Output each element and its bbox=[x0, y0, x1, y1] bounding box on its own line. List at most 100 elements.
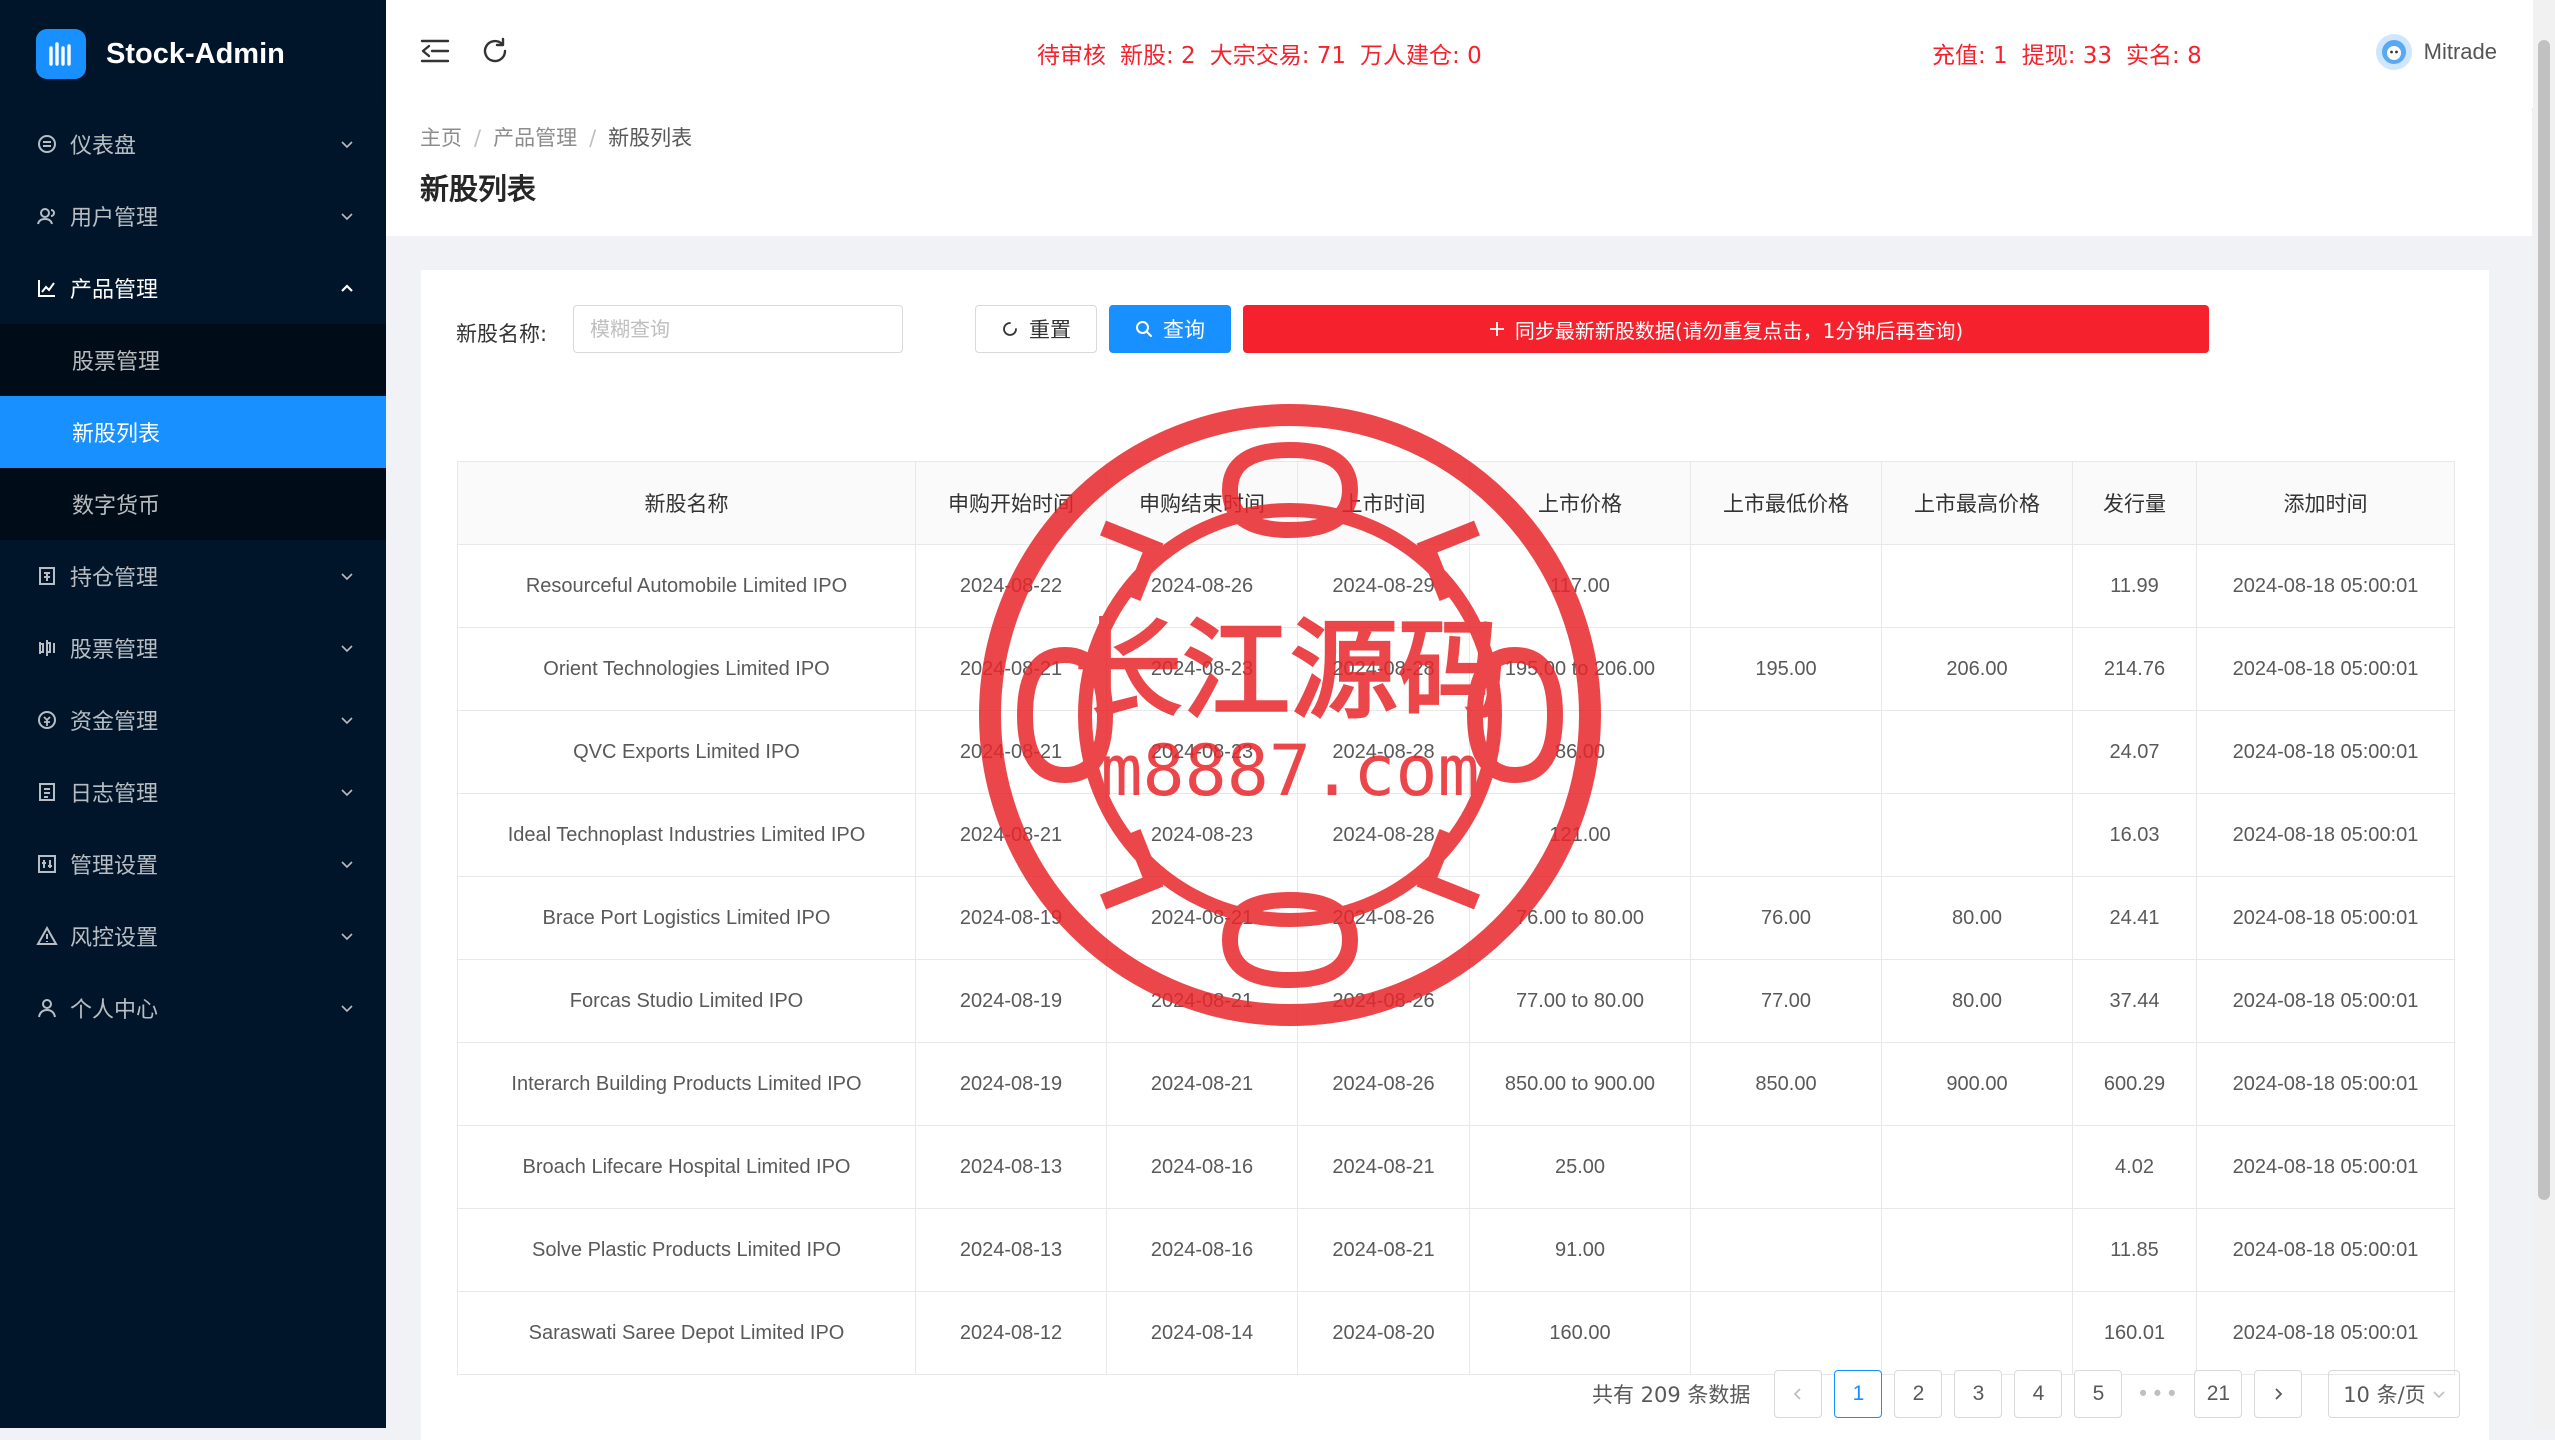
table-cell: 4.02 bbox=[2072, 1125, 2197, 1209]
page-size-select[interactable]: 10 条/页 bbox=[2328, 1370, 2461, 1418]
sidebar-subitem[interactable]: 新股列表 bbox=[0, 396, 386, 468]
warning-icon bbox=[36, 925, 58, 947]
page-button[interactable]: 4 bbox=[2014, 1370, 2063, 1418]
table-cell bbox=[1881, 710, 2073, 794]
sidebar-item[interactable]: 管理设置 bbox=[0, 828, 386, 900]
sidebar-item-label: 持仓管理 bbox=[70, 566, 159, 591]
table-body: Resourceful Automobile Limited IPO 2024-0… bbox=[457, 544, 2455, 1375]
pagination: 共有 209 条数据 12345 ••• 21 10 条/页 bbox=[1592, 1369, 2461, 1419]
sidebar-item-label: 仪表盘 bbox=[70, 134, 137, 159]
column-header: 新股名称 bbox=[457, 461, 916, 545]
table-cell: 2024-08-18 05:00:01 bbox=[2196, 1125, 2455, 1209]
next-page-icon[interactable] bbox=[2254, 1370, 2303, 1418]
chevron-down-icon bbox=[338, 638, 356, 656]
sidebar-item[interactable]: 风控设置 bbox=[0, 900, 386, 972]
sidebar-item-label: 风控设置 bbox=[70, 926, 159, 951]
page-button[interactable]: 2 bbox=[1894, 1370, 1943, 1418]
table-cell: 2024-08-18 05:00:01 bbox=[2196, 1291, 2455, 1375]
stock-icon bbox=[36, 637, 58, 659]
table-cell: 2024-08-23 bbox=[1106, 627, 1298, 711]
page-button[interactable]: 5 bbox=[2074, 1370, 2123, 1418]
table-cell: 86.00 bbox=[1469, 710, 1691, 794]
table-cell: 2024-08-18 05:00:01 bbox=[2196, 1042, 2455, 1126]
sidebar-item[interactable]: 持仓管理 bbox=[0, 540, 386, 612]
table-cell: Saraswati Saree Depot Limited IPO bbox=[457, 1291, 916, 1375]
page-button[interactable]: 1 bbox=[1834, 1370, 1883, 1418]
table-cell: QVC Exports Limited IPO bbox=[457, 710, 916, 794]
sidebar-item-label: 产品管理 bbox=[70, 278, 159, 303]
sidebar-item[interactable]: 股票管理 bbox=[0, 612, 386, 684]
settings-icon bbox=[36, 853, 58, 875]
user-menu[interactable]: Mitrade bbox=[2375, 34, 2497, 70]
table-cell: 16.03 bbox=[2072, 793, 2197, 877]
table-cell: 600.29 bbox=[2072, 1042, 2197, 1126]
notice-mass-position[interactable]: 万人建仓: 0 bbox=[1360, 43, 1482, 69]
notice-new-ipo[interactable]: 新股: 2 bbox=[1120, 43, 1196, 69]
sync-ipo-button[interactable]: 同步最新新股数据(请勿重复点击，1分钟后再查询) bbox=[1243, 305, 2209, 353]
breadcrumb-product[interactable]: 产品管理 bbox=[493, 126, 577, 150]
username: Mitrade bbox=[2423, 39, 2497, 64]
table-cell: 2024-08-14 bbox=[1106, 1291, 1298, 1375]
reset-icon bbox=[1001, 320, 1019, 338]
notice-recharge[interactable]: 充值: 1 bbox=[1932, 43, 2008, 69]
table-cell: 2024-08-21 bbox=[1297, 1208, 1470, 1292]
table-row: Ideal Technoplast Industries Limited IPO… bbox=[457, 793, 2455, 877]
sidebar-subitem[interactable]: 数字货币 bbox=[0, 468, 386, 540]
column-header: 上市最高价格 bbox=[1881, 461, 2073, 545]
scrollbar-thumb[interactable] bbox=[2538, 40, 2550, 1200]
table-cell: Forcas Studio Limited IPO bbox=[457, 959, 916, 1043]
prev-page-icon[interactable] bbox=[1774, 1370, 1823, 1418]
column-header: 上市时间 bbox=[1297, 461, 1470, 545]
reset-button[interactable]: 重置 bbox=[975, 305, 1097, 353]
sidebar-subitem[interactable]: 股票管理 bbox=[0, 324, 386, 396]
query-button[interactable]: 查询 bbox=[1109, 305, 1231, 353]
chevron-down-icon bbox=[338, 134, 356, 152]
table-cell: 2024-08-23 bbox=[1106, 710, 1298, 794]
funds-notice[interactable]: 充值: 1 提现: 33 实名: 8 bbox=[1932, 36, 2216, 70]
sidebar-item[interactable]: 日志管理 bbox=[0, 756, 386, 828]
refresh-icon[interactable] bbox=[478, 34, 512, 68]
sidebar-item[interactable]: 用户管理 bbox=[0, 180, 386, 252]
column-header: 上市最低价格 bbox=[1690, 461, 1882, 545]
page-button[interactable]: 3 bbox=[1954, 1370, 2003, 1418]
page-last[interactable]: 21 bbox=[2194, 1370, 2243, 1418]
chart-icon bbox=[36, 277, 58, 299]
table-cell: 2024-08-21 bbox=[915, 710, 1107, 794]
breadcrumb-separator: / bbox=[474, 126, 482, 150]
table-cell: 77.00 to 80.00 bbox=[1469, 959, 1691, 1043]
notice-block-trade[interactable]: 大宗交易: 71 bbox=[1210, 43, 1346, 69]
collapse-menu-icon[interactable] bbox=[418, 34, 452, 68]
top-header: 待审核 新股: 2 大宗交易: 71 万人建仓: 0 充值: 1 提现: 33 实名: 8… bbox=[386, 0, 2555, 108]
table-cell: Broach Lifecare Hospital Limited IPO bbox=[457, 1125, 916, 1209]
pagination-ellipsis[interactable]: ••• bbox=[2134, 1382, 2182, 1406]
notice-withdraw[interactable]: 提现: 33 bbox=[2022, 43, 2112, 69]
breadcrumb-current: 新股列表 bbox=[608, 126, 693, 150]
table-cell: 2024-08-19 bbox=[915, 1042, 1107, 1126]
column-header: 申购开始时间 bbox=[915, 461, 1107, 545]
table-cell: 2024-08-29 bbox=[1297, 544, 1470, 628]
table-cell: 850.00 bbox=[1690, 1042, 1882, 1126]
table-cell: 2024-08-23 bbox=[1106, 793, 1298, 877]
chevron-up-icon bbox=[338, 278, 356, 296]
sync-label: 同步最新新股数据(请勿重复点击，1分钟后再查询) bbox=[1514, 318, 1964, 343]
pending-review-notice[interactable]: 待审核 新股: 2 大宗交易: 71 万人建仓: 0 bbox=[1037, 36, 1496, 70]
notice-realname[interactable]: 实名: 8 bbox=[2126, 43, 2202, 69]
table-cell bbox=[1881, 1208, 2073, 1292]
table-row: Saraswati Saree Depot Limited IPO 2024-08… bbox=[457, 1291, 2455, 1375]
table-row: Interarch Building Products Limited IPO 2… bbox=[457, 1042, 2455, 1126]
table-cell: 2024-08-18 05:00:01 bbox=[2196, 876, 2455, 960]
table-cell: 2024-08-18 05:00:01 bbox=[2196, 1208, 2455, 1292]
sidebar-item[interactable]: 仪表盘 bbox=[0, 108, 386, 180]
table-cell: 2024-08-16 bbox=[1106, 1208, 1298, 1292]
dashboard-icon bbox=[36, 133, 58, 155]
search-input[interactable] bbox=[573, 305, 903, 353]
table-cell: 91.00 bbox=[1469, 1208, 1691, 1292]
table-cell: 2024-08-21 bbox=[1106, 1042, 1298, 1126]
breadcrumb-home[interactable]: 主页 bbox=[420, 126, 462, 150]
sidebar-item[interactable]: 个人中心 bbox=[0, 972, 386, 1044]
brand[interactable]: Stock-Admin bbox=[0, 0, 386, 108]
chevron-down-icon bbox=[338, 566, 356, 584]
sidebar-item[interactable]: 产品管理 bbox=[0, 252, 386, 324]
scrollbar[interactable] bbox=[2533, 0, 2555, 1428]
sidebar-item[interactable]: 资金管理 bbox=[0, 684, 386, 756]
